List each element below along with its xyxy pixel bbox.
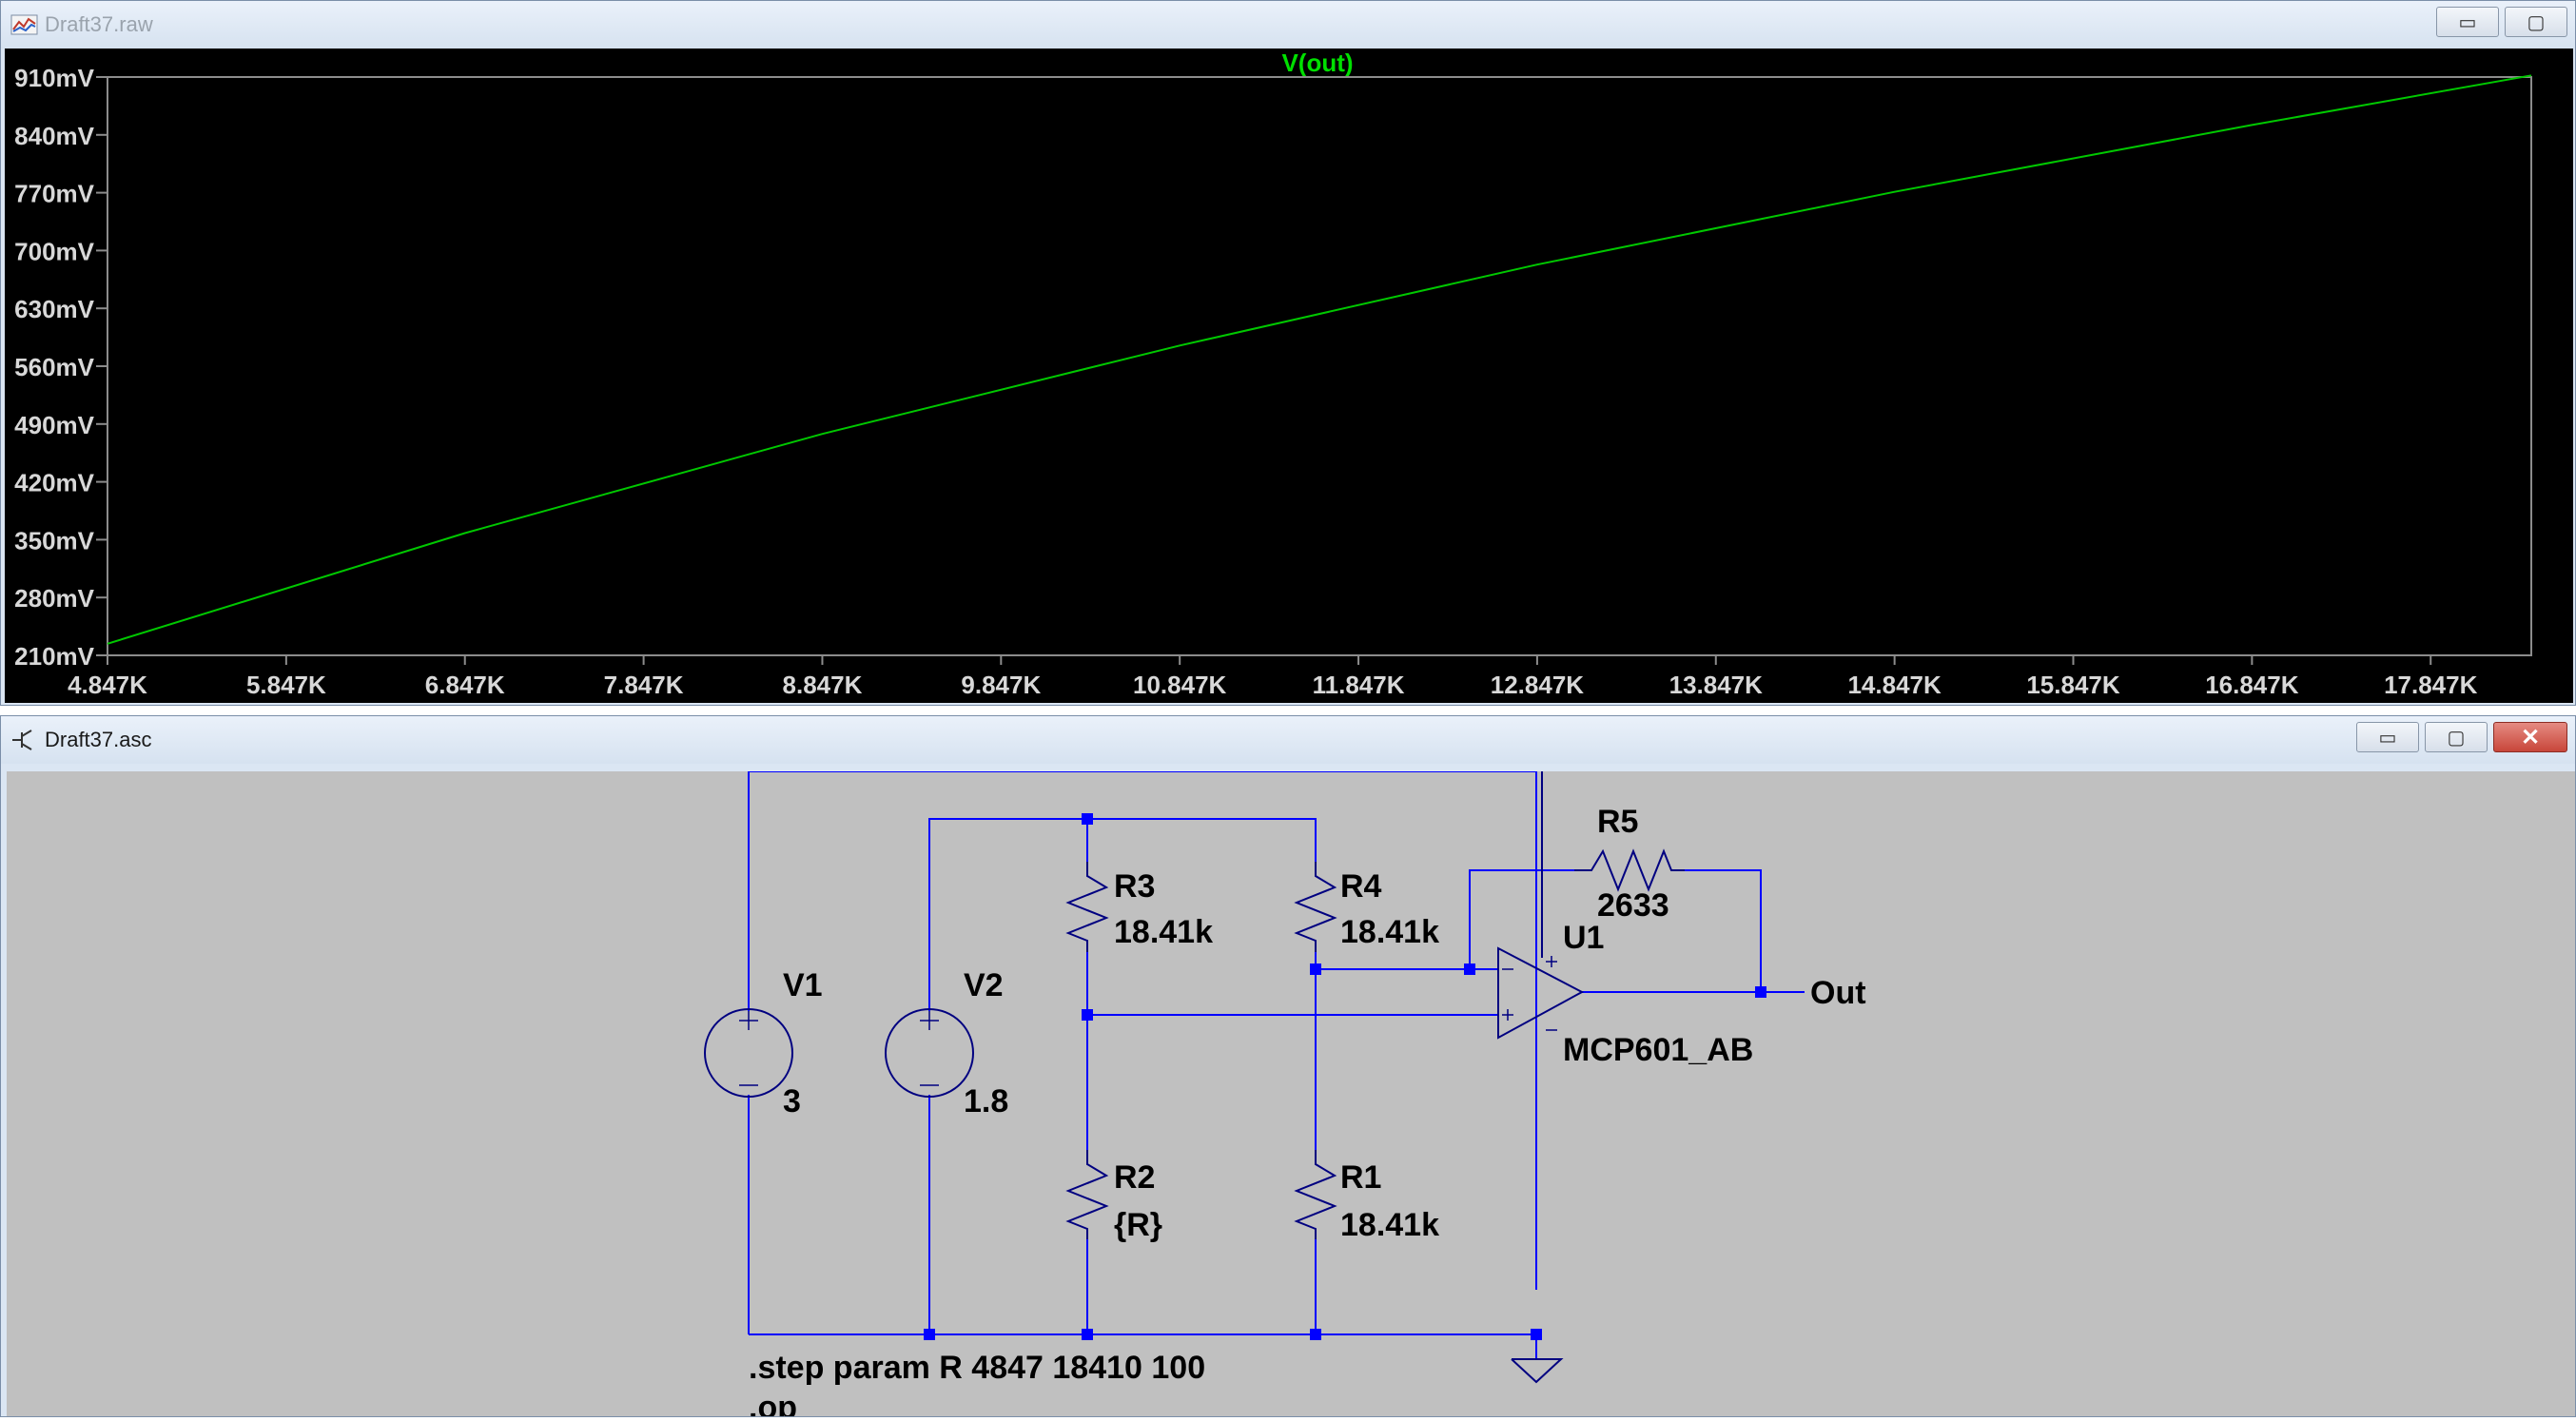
schematic-titlebar[interactable]: Draft37.asc ▭ ▢ ✕ xyxy=(1,716,2575,764)
schematic-close-button[interactable]: ✕ xyxy=(2493,722,2567,752)
series-layer xyxy=(107,74,2532,645)
x-tick-label: 14.847K xyxy=(1847,671,1942,699)
chart-title[interactable]: V(out) xyxy=(1281,49,1353,77)
symbols[interactable] xyxy=(704,771,1685,1384)
y-tick-label: 630mV xyxy=(14,295,94,323)
r1-name[interactable]: R1 xyxy=(1340,1159,1381,1196)
r3-value[interactable]: 18.41k xyxy=(1114,914,1213,950)
waveform-icon xyxy=(10,14,38,35)
junction[interactable] xyxy=(1082,813,1093,825)
plot-minimize-button[interactable]: ▭ xyxy=(2436,7,2499,37)
junction[interactable] xyxy=(1310,1329,1321,1340)
y-tick-label: 560mV xyxy=(14,353,94,381)
pin-glyphs xyxy=(739,956,1557,1086)
wire-feedback-right[interactable] xyxy=(1685,869,1762,992)
schematic-maximize-button[interactable]: ▢ xyxy=(2425,722,2488,752)
x-tick-label: 8.847K xyxy=(783,671,863,699)
v1-value[interactable]: 3 xyxy=(783,1083,801,1119)
v1-name[interactable]: V1 xyxy=(783,967,823,1003)
x-tick-label: 17.847K xyxy=(2384,671,2478,699)
plot-window-title: Draft37.raw xyxy=(45,12,153,36)
x-tick-label: 4.847K xyxy=(68,671,147,699)
out-net-label[interactable]: Out xyxy=(1810,975,1866,1011)
schematic-drawing[interactable]: V1 3 V2 1.8 R3 18.41k R4 18.41k R2 {R} R… xyxy=(7,770,2575,1421)
y-tick-label: 280mV xyxy=(14,584,94,613)
schematic-canvas[interactable]: V1 3 V2 1.8 R3 18.41k R4 18.41k R2 {R} R… xyxy=(7,770,2575,1421)
waveform-chart[interactable]: V(out) 210mV 280mV 350mV 420mV 490mV 560mV 630… xyxy=(5,49,2573,703)
junction[interactable] xyxy=(1310,964,1321,975)
junction[interactable] xyxy=(1082,1329,1093,1340)
x-tick-label: 15.847K xyxy=(2026,671,2120,699)
close-icon: ✕ xyxy=(2520,724,2541,750)
r4-value[interactable]: 18.41k xyxy=(1340,914,1439,950)
maximize-icon: ▢ xyxy=(2447,727,2466,749)
y-tick-label: 350mV xyxy=(14,526,94,555)
waveform-plot-pane[interactable]: V(out) 210mV 280mV 350mV 420mV 490mV 560mV 630… xyxy=(5,49,2573,703)
x-tick-label: 12.847K xyxy=(1491,671,1585,699)
u1-model[interactable]: MCP601_AB xyxy=(1563,1032,1753,1068)
y-tick-label: 770mV xyxy=(14,180,94,208)
x-axis[interactable]: 4.847K 5.847K 6.847K 7.847K 8.847K 9.847K 10.8… xyxy=(68,655,2478,699)
r5-resistor[interactable] xyxy=(1574,848,1685,892)
wire-feedback-left[interactable] xyxy=(1469,869,1574,969)
r1-value[interactable]: 18.41k xyxy=(1340,1207,1439,1243)
schematic-window: Draft37.asc ▭ ▢ ✕ V1 3 V2 1.8 R3 18.41k … xyxy=(0,715,2576,1421)
r3-name[interactable]: R3 xyxy=(1114,868,1155,905)
y-tick-label: 420mV xyxy=(14,469,94,497)
x-tick-label: 9.847K xyxy=(961,671,1041,699)
x-tick-label: 13.847K xyxy=(1669,671,1764,699)
plot-titlebar[interactable]: Draft37.raw ▭ ▢ xyxy=(1,1,2575,49)
r5-value[interactable]: 2633 xyxy=(1597,887,1669,924)
u1-opamp[interactable] xyxy=(1497,946,1585,1040)
junction[interactable] xyxy=(1464,964,1475,975)
r4-resistor[interactable] xyxy=(1294,862,1337,952)
maximize-icon: ▢ xyxy=(2527,11,2546,33)
schematic-icon xyxy=(12,730,32,750)
plot-frame xyxy=(107,76,2532,656)
x-tick-label: 11.847K xyxy=(1313,671,1405,699)
junction[interactable] xyxy=(1755,986,1766,998)
r2-name[interactable]: R2 xyxy=(1114,1159,1155,1196)
series-line-vout[interactable] xyxy=(107,74,2532,645)
op-directive[interactable]: .op xyxy=(749,1390,797,1421)
y-axis[interactable]: 210mV 280mV 350mV 420mV 490mV 560mV 630mV 700mV… xyxy=(14,64,107,671)
minimize-icon: ▭ xyxy=(2378,727,2397,749)
junction[interactable] xyxy=(1531,1329,1542,1340)
x-tick-label: 5.847K xyxy=(246,671,326,699)
r3-resistor[interactable] xyxy=(1065,862,1109,952)
v2-name[interactable]: V2 xyxy=(964,967,1004,1003)
y-tick-label: 700mV xyxy=(14,237,94,265)
plot-maximize-button[interactable]: ▢ xyxy=(2505,7,2567,37)
x-tick-label: 6.847K xyxy=(425,671,505,699)
x-tick-label: 7.847K xyxy=(604,671,684,699)
minimize-icon: ▭ xyxy=(2458,11,2477,33)
junction[interactable] xyxy=(924,1329,935,1340)
y-tick-label: 840mV xyxy=(14,122,94,150)
y-tick-label: 910mV xyxy=(14,64,94,92)
u1-name[interactable]: U1 xyxy=(1563,920,1604,956)
x-tick-label: 10.847K xyxy=(1133,671,1227,699)
r2-value[interactable]: {R} xyxy=(1114,1207,1162,1243)
component-labels[interactable]: V1 3 V2 1.8 R3 18.41k R4 18.41k R2 {R} R… xyxy=(749,804,1866,1421)
plot-window: Draft37.raw ▭ ▢ V(out) 210mV 280mV 350mV 42… xyxy=(0,0,2576,706)
v2-value[interactable]: 1.8 xyxy=(964,1083,1008,1119)
y-tick-label: 490mV xyxy=(14,411,94,439)
r1-resistor[interactable] xyxy=(1294,1150,1337,1239)
schematic-minimize-button[interactable]: ▭ xyxy=(2356,722,2419,752)
r4-name[interactable]: R4 xyxy=(1340,868,1382,905)
junction[interactable] xyxy=(1082,1009,1093,1021)
schematic-window-title: Draft37.asc xyxy=(45,728,152,751)
x-tick-label: 16.847K xyxy=(2205,671,2299,699)
r2-resistor[interactable] xyxy=(1065,1150,1109,1239)
ground-symbol[interactable] xyxy=(1511,1358,1564,1384)
step-directive[interactable]: .step param R 4847 18410 100 xyxy=(749,1350,1205,1386)
r5-name[interactable]: R5 xyxy=(1597,804,1638,840)
y-tick-label: 210mV xyxy=(14,642,94,671)
